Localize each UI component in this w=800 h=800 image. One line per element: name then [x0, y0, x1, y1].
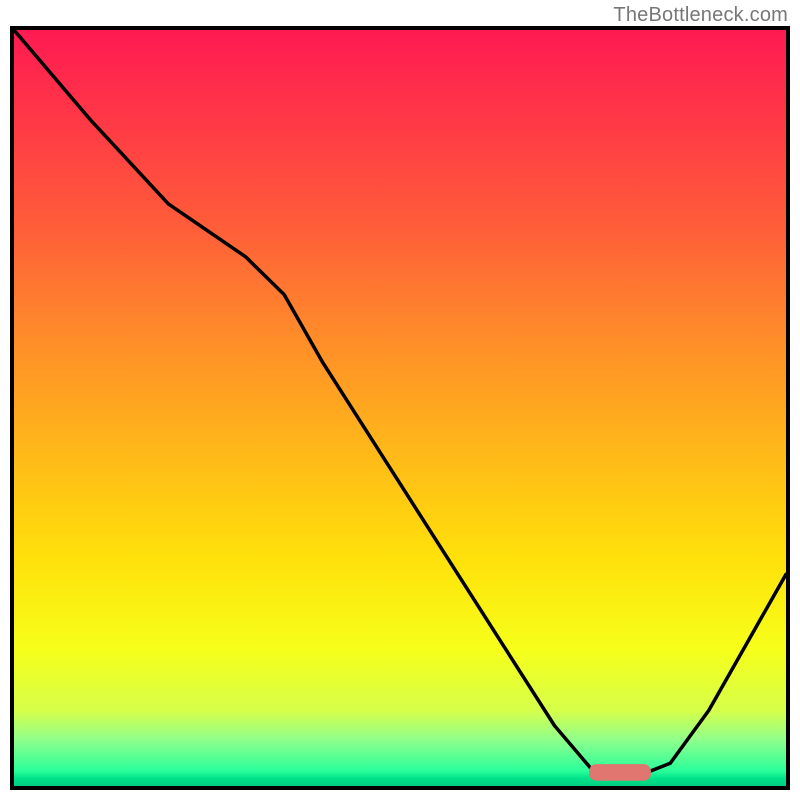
plot-area	[10, 26, 790, 790]
watermark-text: TheBottleneck.com	[613, 4, 788, 27]
plot-overlay-svg	[14, 30, 786, 786]
bottleneck-curve	[14, 30, 786, 778]
optimum-marker	[589, 764, 651, 781]
chart-container: TheBottleneck.com	[0, 0, 800, 800]
